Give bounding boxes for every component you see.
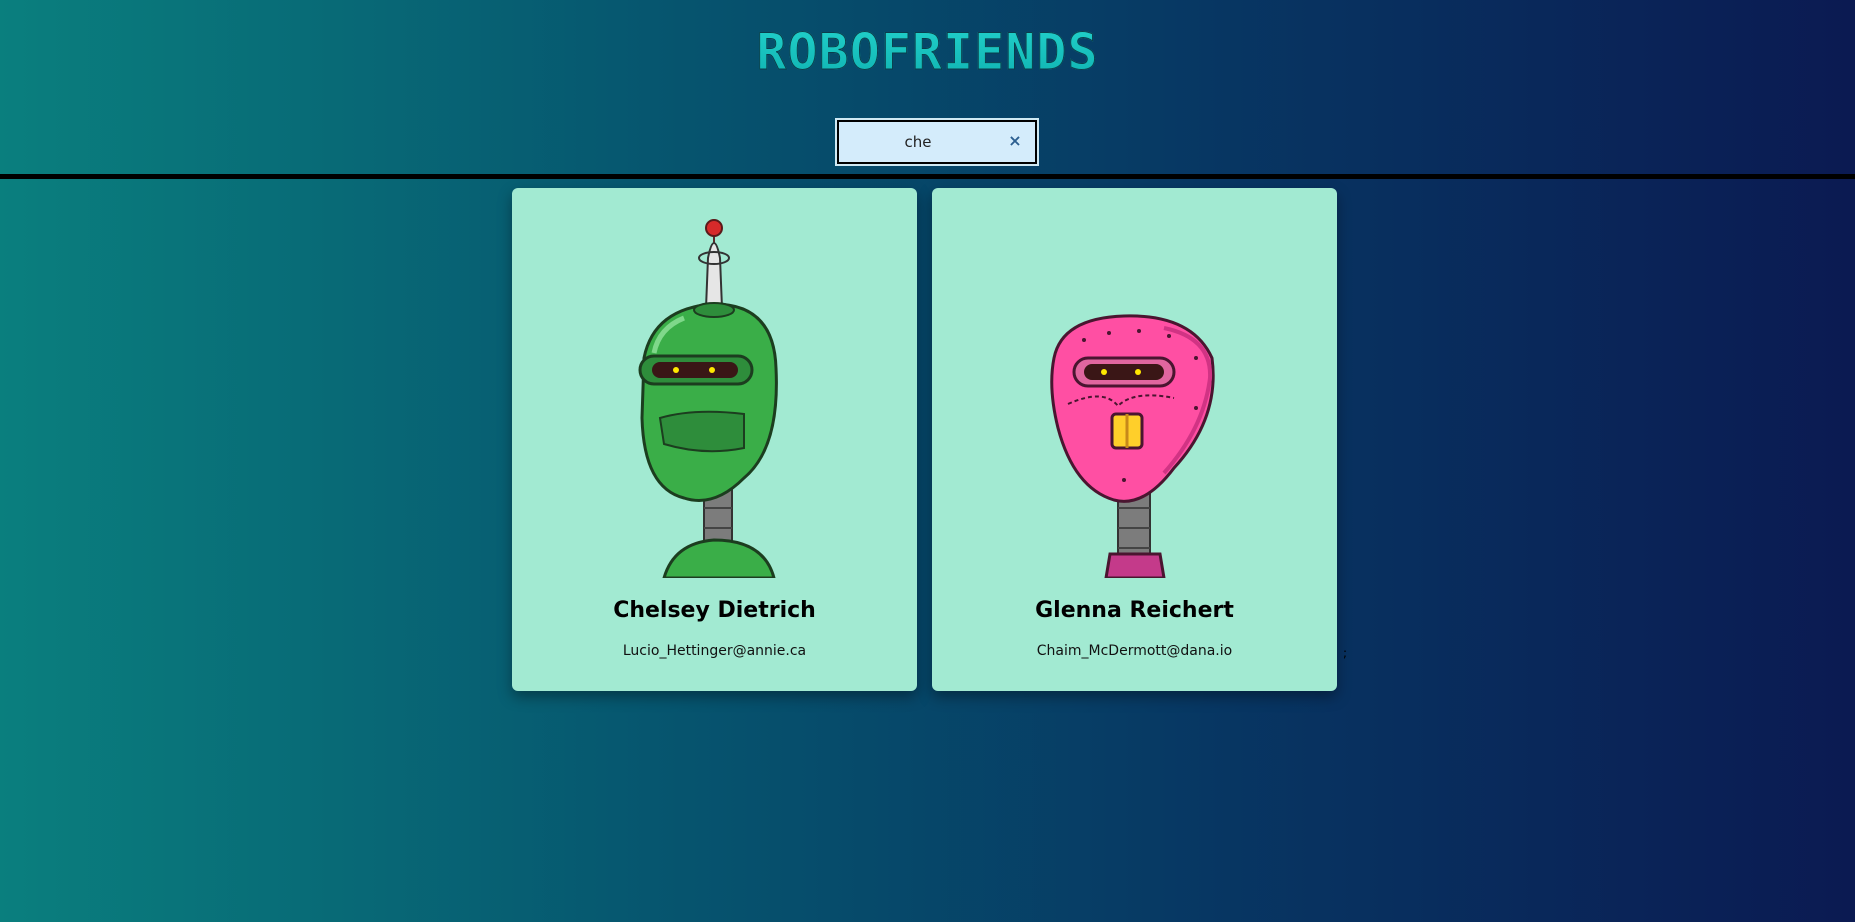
- robot-email: Chaim_McDermott@dana.io: [1036, 643, 1233, 659]
- app-title: ROBOFRIENDS: [756, 23, 1099, 82]
- search-field-wrapper: ×: [839, 122, 1035, 162]
- pink-robot-avatar-icon: [1050, 314, 1215, 578]
- stray-mark: ;: [1343, 646, 1348, 660]
- robot-name: Chelsey Dietrich: [613, 598, 816, 623]
- close-icon[interactable]: ×: [1005, 131, 1025, 151]
- search-box: ×: [835, 118, 1039, 166]
- card-list: Chelsey Dietrich Lucio_Hettinger@annie.c…: [512, 188, 1412, 693]
- robot-card[interactable]: Glenna Reichert Chaim_McDermott@dana.io: [932, 188, 1337, 691]
- app-header: ROBOFRIENDS ×: [0, 0, 1855, 175]
- robot-email: Lucio_Hettinger@annie.ca: [622, 643, 807, 659]
- robot-card[interactable]: Chelsey Dietrich Lucio_Hettinger@annie.c…: [512, 188, 917, 691]
- header-divider: [0, 174, 1855, 179]
- search-input[interactable]: [845, 122, 1005, 162]
- robot-name: Glenna Reichert: [1035, 598, 1234, 623]
- green-robot-avatar-icon: [638, 219, 778, 578]
